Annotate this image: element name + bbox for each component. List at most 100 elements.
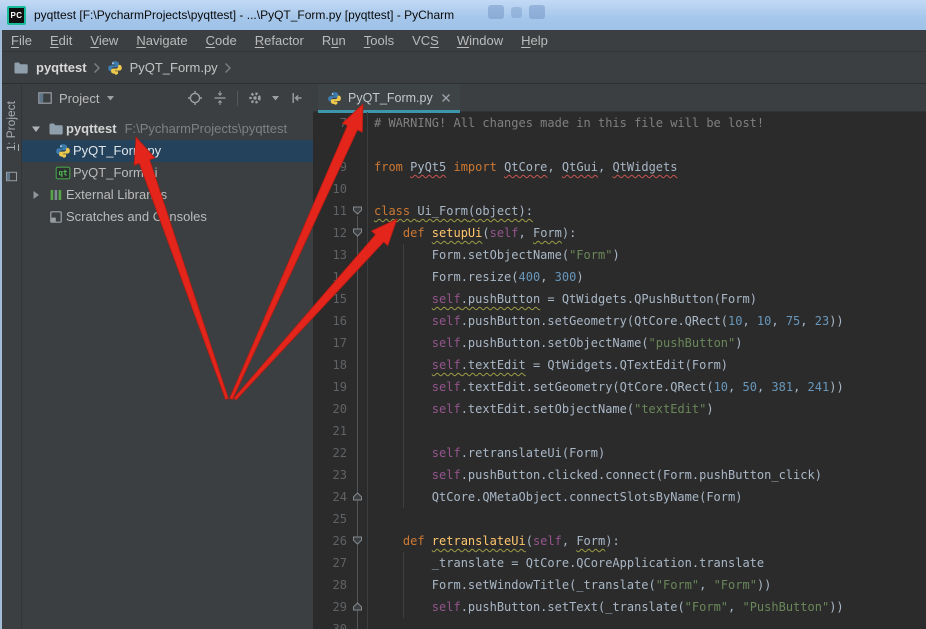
code-token: Form.setObjectName( xyxy=(432,248,569,262)
code-line-22: 22self.retranslateUi(Form) xyxy=(313,442,926,464)
tree-item-pyqt-form-py[interactable]: PyQT_Form.py xyxy=(22,140,313,162)
tool-window-stripe: 1: Project xyxy=(2,84,22,629)
title-bar: PC pyqttest [F:\PycharmProjects\pyqttest… xyxy=(0,0,926,30)
code-editor-area[interactable]: 7# WARNING! All changes made in this fil… xyxy=(313,112,926,629)
menu-file[interactable]: File xyxy=(2,30,41,51)
menu-run[interactable]: Run xyxy=(313,30,355,51)
code-token: .pushButton.clicked.connect(Form.pushBut… xyxy=(461,468,822,482)
code-line-26: 26def retranslateUi(self, Form): xyxy=(313,530,926,552)
code-text: Form.setObjectName("Form") xyxy=(368,244,926,266)
code-token: self xyxy=(432,314,461,328)
code-token: )) xyxy=(757,578,771,592)
project-view-icon xyxy=(37,90,53,106)
code-token: ( xyxy=(482,226,489,240)
code-token: def xyxy=(403,534,432,548)
code-token: .pushButton xyxy=(461,292,540,306)
code-token: self xyxy=(432,380,461,394)
code-line-11: 11class Ui_Form(object): xyxy=(313,200,926,222)
ghost-control-icon xyxy=(511,7,522,18)
code-line-7: 7# WARNING! All changes made in this fil… xyxy=(313,112,926,134)
collapse-arrow-icon[interactable] xyxy=(31,190,41,200)
code-token: 75 xyxy=(786,314,800,328)
close-icon[interactable] xyxy=(441,93,451,103)
code-token: 10 xyxy=(757,314,771,328)
code-token: "Form" xyxy=(714,578,757,592)
tree-item-scratches-and-consoles[interactable]: Scratches and Consoles xyxy=(22,206,313,228)
code-token: 381 xyxy=(771,380,793,394)
code-token: self xyxy=(490,226,519,240)
expand-arrow-icon[interactable] xyxy=(31,124,41,134)
fold-close-icon[interactable] xyxy=(352,601,363,612)
menu-vcs[interactable]: VCS xyxy=(403,30,448,51)
code-token: QtCore.QMetaObject.connectSlotsByName(Fo… xyxy=(432,490,743,504)
code-token: .pushButton.setText(_translate( xyxy=(461,600,685,614)
code-token: , xyxy=(757,380,771,394)
fold-open-icon[interactable] xyxy=(352,535,363,546)
chevron-down-icon[interactable] xyxy=(107,96,115,101)
breadcrumb-pyqttest[interactable]: pyqttest xyxy=(13,60,87,76)
menu-tools[interactable]: Tools xyxy=(355,30,403,51)
window-border xyxy=(0,30,2,629)
code-line-28: 28 Form.setWindowTitle(_translate("Form",… xyxy=(313,574,926,596)
editor: PyQT_Form.py 7# WARNING! All changes mad… xyxy=(313,84,926,629)
code-token: , xyxy=(728,600,742,614)
code-line-10: 10 xyxy=(313,178,926,200)
fold-close-icon[interactable] xyxy=(352,491,363,502)
breadcrumb-pyqt_form.py[interactable]: PyQT_Form.py xyxy=(107,60,218,76)
collapse-all-icon[interactable] xyxy=(212,90,228,106)
menu-code[interactable]: Code xyxy=(197,30,246,51)
code-token: QtCore xyxy=(504,160,547,174)
code-text: def setupUi(self, Form): xyxy=(368,222,926,244)
code-token: self xyxy=(432,600,461,614)
breadcrumb-label: PyQT_Form.py xyxy=(130,60,218,75)
editor-tab[interactable]: PyQT_Form.py xyxy=(318,84,460,112)
gear-icon[interactable] xyxy=(247,90,263,106)
tree-item-external-libraries[interactable]: External Libraries xyxy=(22,184,313,206)
locate-file-icon[interactable] xyxy=(187,90,203,106)
code-token: (object): xyxy=(468,204,533,218)
code-token: , xyxy=(742,314,756,328)
code-token: "Form" xyxy=(656,578,699,592)
tree-item-path: F:\PycharmProjects\pyqttest xyxy=(125,121,288,136)
tree-item-pyqttest[interactable]: pyqttestF:\PycharmProjects\pyqttest xyxy=(22,118,313,140)
tree-item-pyqt-form-ui[interactable]: qtPyQT_Form.ui xyxy=(22,162,313,184)
line-number: 26 xyxy=(313,530,347,552)
code-token: "PushButton" xyxy=(742,600,829,614)
code-token: , xyxy=(519,226,533,240)
code-token: , xyxy=(547,160,561,174)
code-text: self.pushButton.setGeometry(QtCore.QRect… xyxy=(368,310,926,332)
code-token: from xyxy=(374,160,410,174)
code-line-27: 27_translate = QtCore.QCoreApplication.t… xyxy=(313,552,926,574)
code-text: Form.setWindowTitle(_translate("Form", "… xyxy=(368,574,926,596)
code-text: from PyQt5 import QtCore, QtGui, QtWidge… xyxy=(368,156,926,178)
code-token: ) xyxy=(706,402,713,416)
folder-icon xyxy=(13,60,29,76)
qt-ui-file-icon: qt xyxy=(55,165,71,181)
line-number: 28 xyxy=(313,574,347,596)
chevron-down-icon[interactable] xyxy=(272,96,280,101)
menu-edit[interactable]: Edit xyxy=(41,30,81,51)
menu-refactor[interactable]: Refactor xyxy=(246,30,313,51)
menu-navigate[interactable]: Navigate xyxy=(127,30,196,51)
titlebar-ghost-controls xyxy=(488,5,545,19)
line-number: 29 xyxy=(313,596,347,618)
project-panel-title[interactable]: Project xyxy=(59,91,99,106)
menu-help[interactable]: Help xyxy=(512,30,557,51)
chevron-right-icon xyxy=(93,62,101,74)
code-token: _translate = QtCore.QCoreApplication.tra… xyxy=(432,556,764,570)
fold-open-icon[interactable] xyxy=(352,117,363,128)
menu-window[interactable]: Window xyxy=(448,30,512,51)
project-tool-window-button[interactable]: 1: Project xyxy=(2,86,20,166)
code-token: = QtWidgets.QTextEdit(Form) xyxy=(526,358,728,372)
code-token: , xyxy=(771,314,785,328)
fold-open-icon[interactable] xyxy=(352,227,363,238)
code-token: , xyxy=(540,270,554,284)
code-line-9: 9from PyQt5 import QtCore, QtGui, QtWidg… xyxy=(313,156,926,178)
menu-view[interactable]: View xyxy=(81,30,127,51)
code-token: .retranslateUi(Form) xyxy=(461,446,606,460)
line-number: 17 xyxy=(313,332,347,354)
fold-open-icon[interactable] xyxy=(352,205,363,216)
line-number: 24 xyxy=(313,486,347,508)
hide-panel-icon[interactable] xyxy=(289,90,305,106)
code-token: PyQt5 xyxy=(410,160,446,174)
